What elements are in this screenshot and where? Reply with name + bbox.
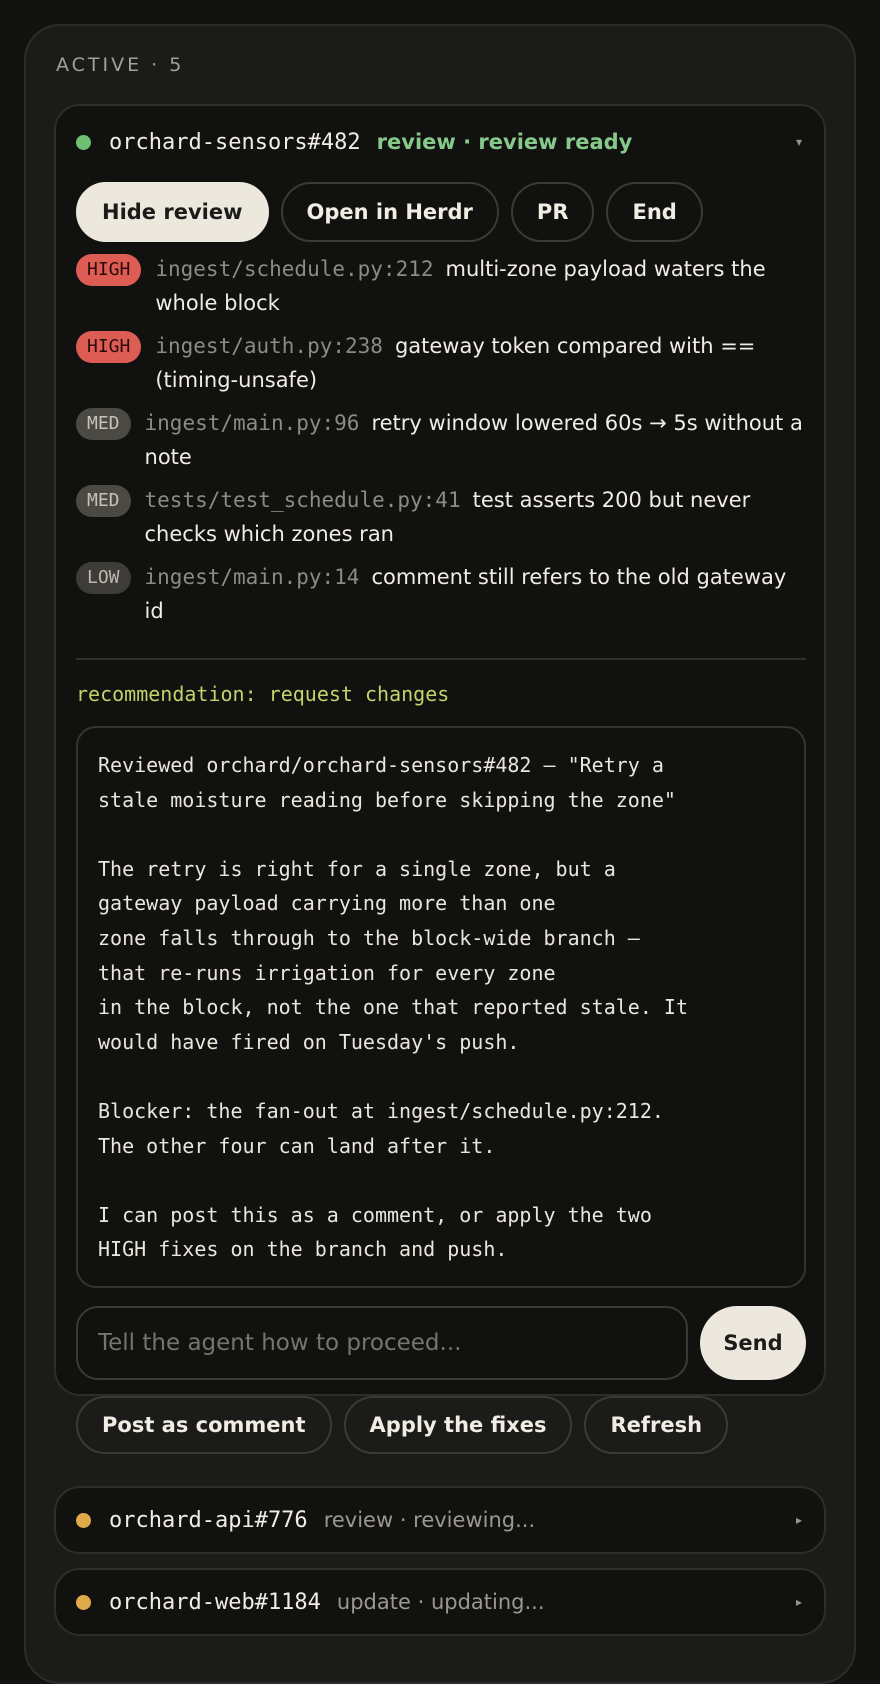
status-dot-icon <box>76 134 91 150</box>
finding-text: ingest/auth.py:238 gateway token compared… <box>155 329 806 397</box>
session-repo: orchard-sensors#482 <box>109 129 361 155</box>
caret-down-icon[interactable]: ▾ <box>796 135 802 149</box>
finding-text: ingest/main.py:96 retry window lowered 60… <box>145 406 806 474</box>
session-card-orchard-web[interactable]: orchard-web#1184 update · updating... ▸ <box>54 1568 826 1636</box>
finding-item: HIGH ingest/auth.py:238 gateway token com… <box>76 329 806 397</box>
finding-item: HIGH ingest/schedule.py:212 multi-zone pa… <box>76 252 806 320</box>
open-in-herdr-button[interactable]: Open in Herdr <box>280 182 499 242</box>
severity-badge: HIGH <box>76 331 142 363</box>
finding-item: MED tests/test_schedule.py:41 test assert… <box>76 483 806 551</box>
session-repo: orchard-api#776 <box>109 1507 308 1533</box>
session-header[interactable]: orchard-web#1184 update · updating... ▸ <box>76 1584 802 1620</box>
finding-location[interactable]: ingest/main.py:96 <box>145 411 360 435</box>
finding-location[interactable]: ingest/main.py:14 <box>145 565 360 589</box>
session-header[interactable]: orchard-api#776 review · reviewing... ▸ <box>76 1502 802 1538</box>
send-button[interactable]: Send <box>700 1306 806 1380</box>
hide-review-button[interactable]: Hide review <box>76 182 269 242</box>
finding-item: LOW ingest/main.py:14 comment still refer… <box>76 560 806 628</box>
status-dot-icon <box>76 1594 91 1610</box>
finding-text: ingest/schedule.py:212 multi-zone payload… <box>155 252 806 320</box>
section-label: ACTIVE · 5 <box>56 54 185 76</box>
severity-badge: MED <box>76 408 131 440</box>
session-card-orchard-sensors: orchard-sensors#482 review · review read… <box>54 104 826 1454</box>
active-sessions-panel: ACTIVE · 5 orchard-sensors#482 review · … <box>24 24 856 1684</box>
apply-fixes-button[interactable]: Apply the fixes <box>343 1396 573 1454</box>
caret-right-icon[interactable]: ▸ <box>796 1595 802 1609</box>
refresh-button[interactable]: Refresh <box>584 1396 729 1454</box>
pr-button[interactable]: PR <box>510 182 595 242</box>
severity-badge: HIGH <box>76 254 142 286</box>
recommendation-label: recommendation: request changes <box>76 682 450 706</box>
session-repo: orchard-web#1184 <box>109 1589 321 1615</box>
post-as-comment-button[interactable]: Post as comment <box>76 1396 332 1454</box>
session-card-orchard-api[interactable]: orchard-api#776 review · reviewing... ▸ <box>54 1486 826 1554</box>
quick-actions: Post as comment Apply the fixes Refresh <box>76 1396 729 1454</box>
session-actions: Hide review Open in Herdr PR End <box>76 182 703 242</box>
divider <box>76 658 806 660</box>
status-dot-icon <box>76 1512 91 1528</box>
finding-location[interactable]: tests/test_schedule.py:41 <box>145 488 461 512</box>
severity-badge: MED <box>76 485 131 517</box>
finding-text: tests/test_schedule.py:41 test asserts 20… <box>145 483 806 551</box>
finding-text: ingest/main.py:14 comment still refers to… <box>145 560 806 628</box>
agent-prompt-input[interactable] <box>76 1306 688 1380</box>
finding-location[interactable]: ingest/schedule.py:212 <box>155 257 433 281</box>
findings-list: HIGH ingest/schedule.py:212 multi-zone pa… <box>76 252 806 637</box>
session-status: update · updating... <box>336 1590 545 1614</box>
severity-badge: LOW <box>76 562 131 594</box>
caret-right-icon[interactable]: ▸ <box>796 1513 802 1527</box>
finding-location[interactable]: ingest/auth.py:238 <box>155 334 383 358</box>
end-button[interactable]: End <box>606 182 703 242</box>
session-header[interactable]: orchard-sensors#482 review · review read… <box>76 124 802 160</box>
review-text: Reviewed orchard/orchard-sensors#482 — "… <box>76 726 806 1288</box>
prompt-row: Send <box>76 1306 806 1380</box>
finding-item: MED ingest/main.py:96 retry window lowere… <box>76 406 806 474</box>
session-status: review · reviewing... <box>323 1508 536 1532</box>
session-status: review · review ready <box>376 130 633 154</box>
